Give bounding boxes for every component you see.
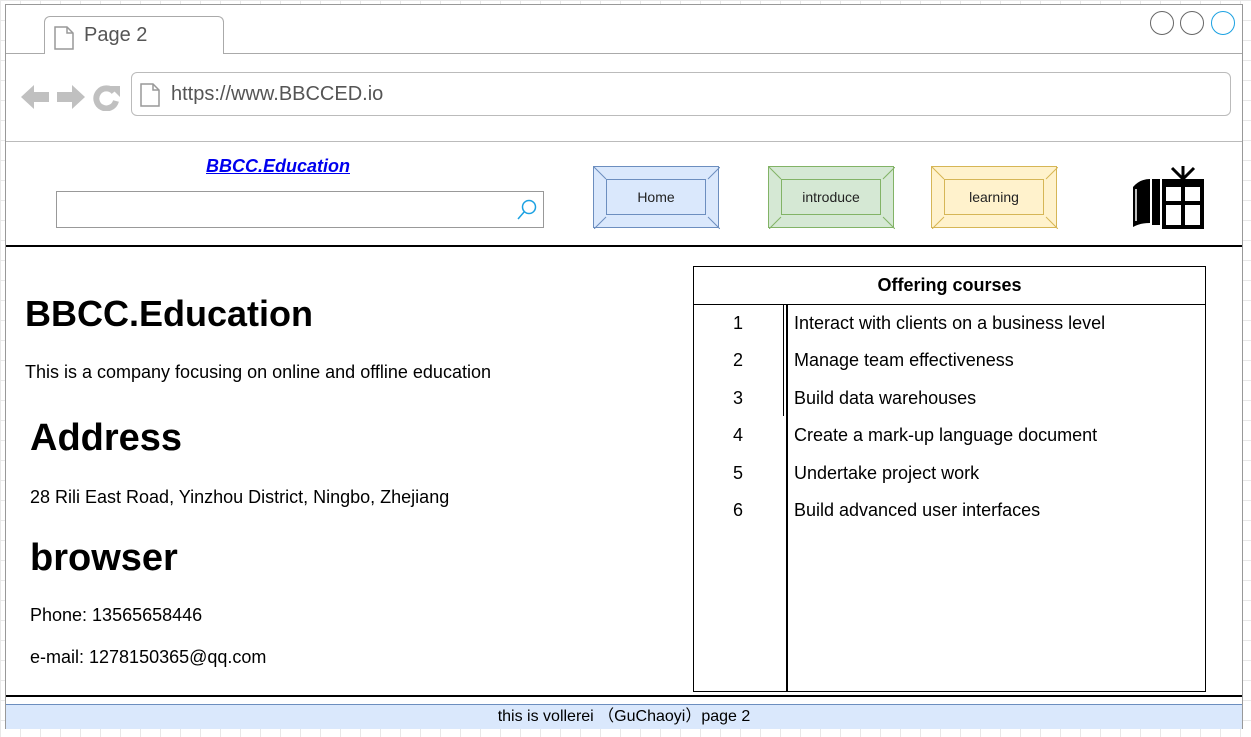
header-divider — [6, 245, 1242, 247]
course-name: Manage team effectiveness — [794, 350, 1014, 370]
close-button[interactable] — [1211, 11, 1235, 35]
minimize-button[interactable] — [1150, 11, 1174, 35]
course-name: Build data warehouses — [794, 388, 977, 408]
email-text: e-mail: 1278150365@qq.com — [30, 647, 267, 667]
maximize-button[interactable] — [1180, 11, 1204, 35]
search-input[interactable] — [56, 191, 544, 228]
search-icon[interactable] — [516, 199, 538, 221]
courses-table: Offering courses 1 Interact with clients… — [693, 266, 1206, 692]
course-number: 4 — [732, 425, 743, 445]
chrome-divider — [6, 141, 1242, 142]
course-row[interactable]: 2 Manage team effectiveness — [694, 346, 1205, 376]
course-name: Undertake project work — [794, 463, 980, 483]
site-title-link[interactable]: BBCC.Education — [206, 156, 350, 177]
home-button[interactable]: Home — [593, 166, 720, 229]
address-heading: Address — [30, 417, 183, 459]
course-row[interactable]: 6 Build advanced user interfaces — [694, 496, 1205, 526]
course-number: 1 — [732, 313, 743, 333]
course-row[interactable]: 5 Undertake project work — [694, 459, 1205, 489]
url-text: https://www.BBCCED.io — [171, 83, 384, 105]
course-number: 5 — [732, 463, 743, 483]
refresh-icon[interactable] — [92, 83, 122, 111]
tab-strip: Page 2 — [6, 5, 1242, 54]
learning-button[interactable]: learning — [931, 166, 1058, 229]
address-text: 28 Rili East Road, Yinzhou District, Nin… — [30, 487, 450, 507]
course-number: 2 — [732, 350, 743, 370]
courses-title: Offering courses — [694, 267, 1205, 305]
course-number: 6 — [732, 500, 743, 520]
company-title: BBCC.Education — [25, 293, 313, 334]
browser-nav — [20, 83, 122, 111]
course-name: Build advanced user interfaces — [794, 500, 1041, 520]
book-gift-icon[interactable] — [1130, 165, 1206, 229]
course-name: Interact with clients on a business leve… — [794, 313, 1106, 333]
forward-arrow-icon[interactable] — [56, 83, 86, 111]
course-row[interactable]: 3 Build data warehouses — [694, 384, 1205, 414]
course-row[interactable]: 1 Interact with clients on a business le… — [694, 309, 1205, 339]
address-bar[interactable]: https://www.BBCCED.io — [131, 72, 1231, 116]
course-number: 3 — [732, 388, 743, 408]
introduce-label: introduce — [802, 189, 860, 205]
learning-label: learning — [969, 189, 1019, 205]
course-name: Create a mark-up language document — [794, 425, 1098, 445]
footer-bar: this is vollerei （GuChaoyi）page 2 — [6, 704, 1242, 729]
page-icon — [140, 83, 160, 107]
company-description: This is a company focusing on online and… — [25, 362, 491, 382]
back-arrow-icon[interactable] — [20, 83, 50, 111]
home-label: Home — [637, 189, 675, 205]
tab-title: Page 2 — [84, 24, 148, 46]
introduce-button[interactable]: introduce — [768, 166, 895, 229]
course-row[interactable]: 4 Create a mark-up language document — [694, 421, 1205, 451]
browser-heading: browser — [30, 537, 178, 579]
page-icon — [54, 26, 74, 50]
browser-window: Page 2 https://www.BBCCED.io BBCC.Educat… — [5, 4, 1243, 729]
tab-page-2[interactable]: Page 2 — [44, 16, 224, 54]
footer-divider — [6, 695, 1242, 697]
phone-text: Phone: 13565658446 — [30, 605, 203, 625]
footer-text: this is vollerei （GuChaoyi）page 2 — [497, 708, 751, 725]
